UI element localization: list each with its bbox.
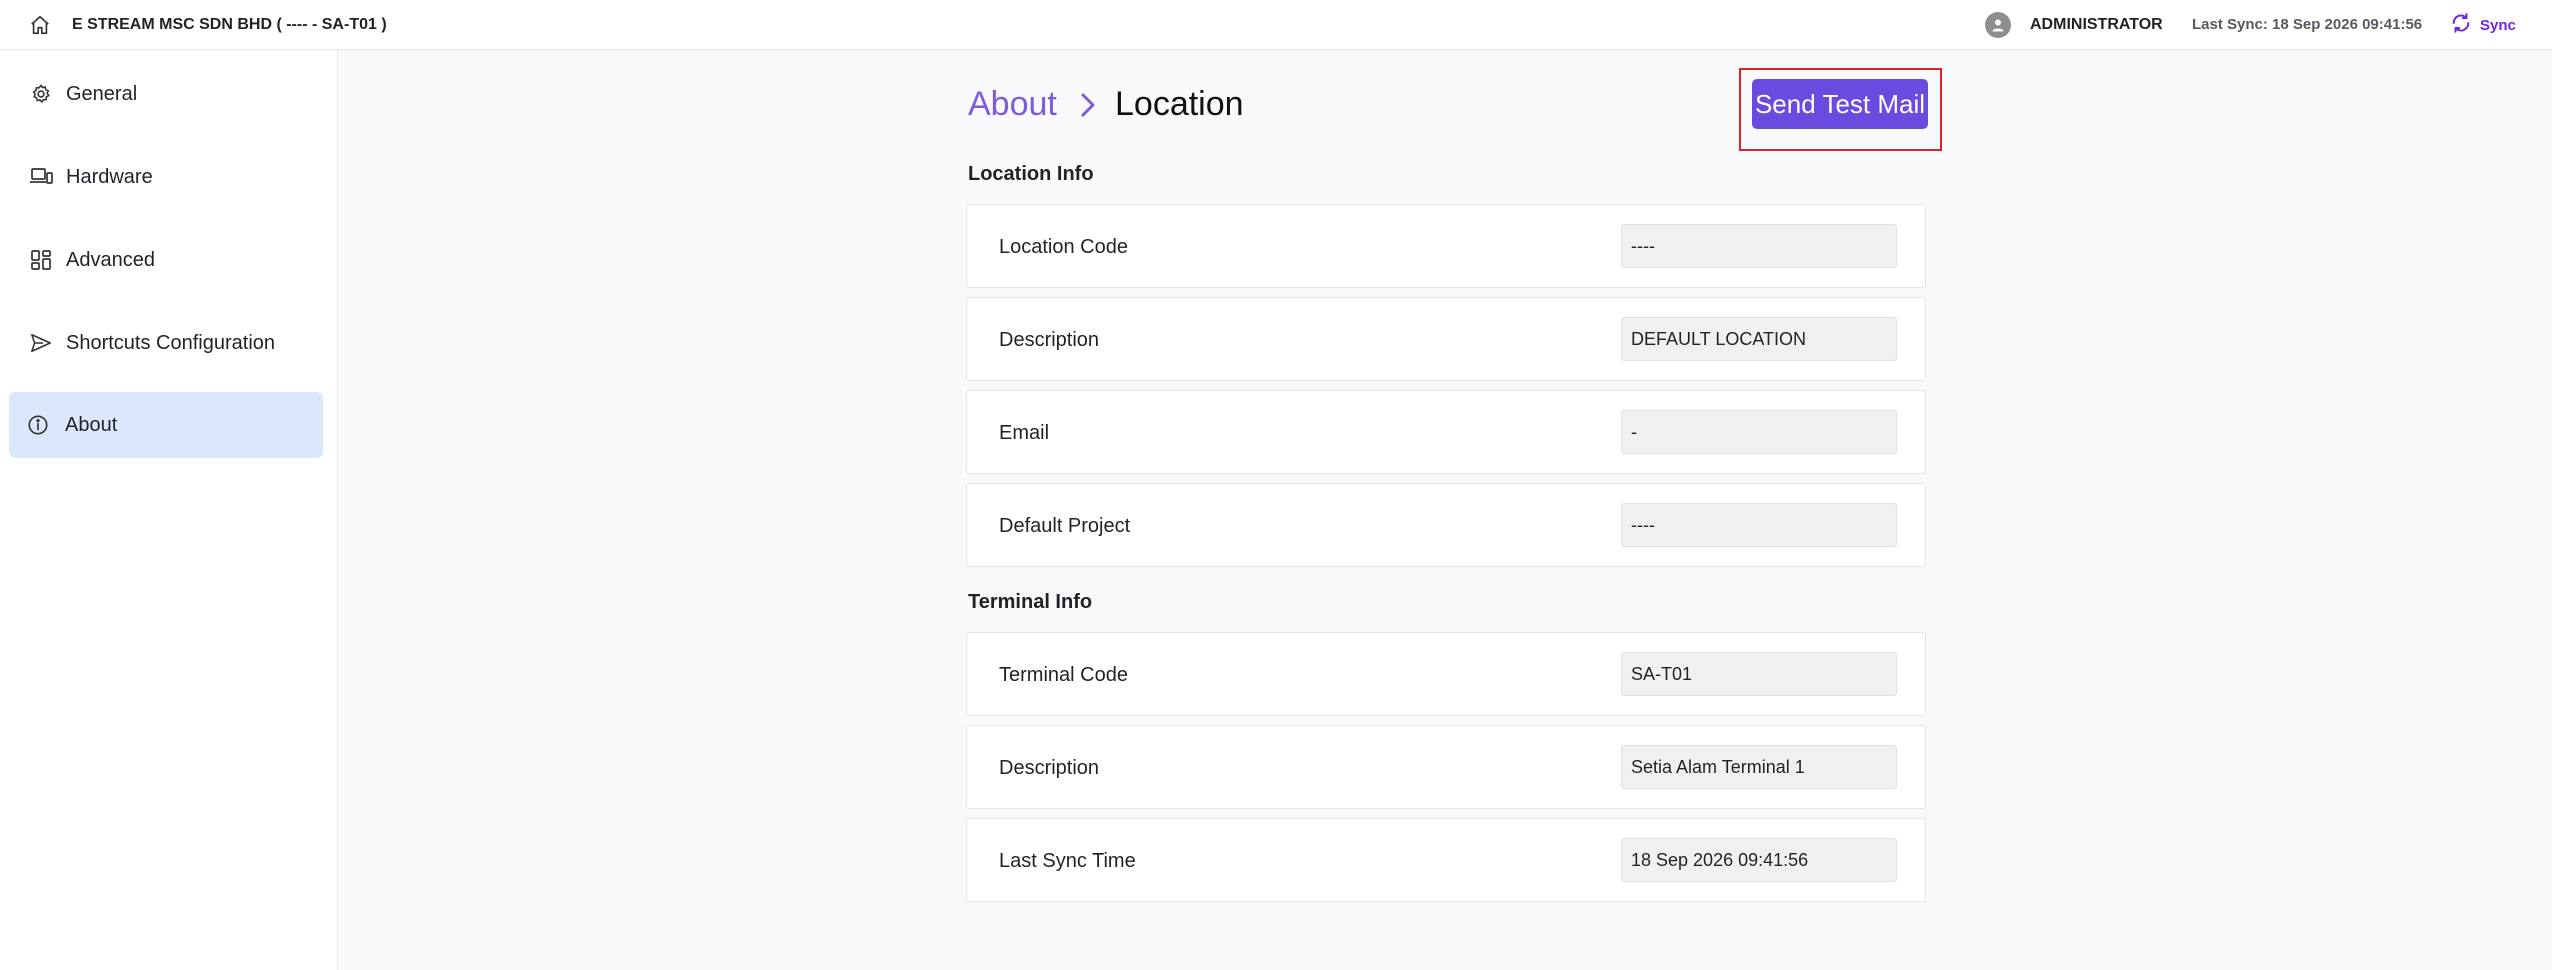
username: ADMINISTRATOR — [2030, 16, 2163, 33]
terminal-description-field[interactable]: Setia Alam Terminal 1 — [1621, 745, 1897, 789]
sidebar: General Hardware Advanced Shortcuts Conf… — [0, 50, 338, 970]
refresh-icon — [2450, 12, 2472, 39]
info-row-default-project: Default Project ---- — [966, 483, 1926, 567]
row-label: Location Code — [999, 236, 1128, 258]
row-label: Email — [999, 422, 1050, 444]
gear-icon — [28, 81, 54, 107]
row-label: Description — [999, 329, 1100, 351]
top-bar: E STREAM MSC SDN BHD ( ---- - SA-T01 ) A… — [0, 0, 2552, 50]
sidebar-item-shortcuts-configuration[interactable]: Shortcuts Configuration — [9, 310, 323, 376]
sidebar-item-label: About — [65, 413, 118, 436]
sidebar-item-advanced[interactable]: Advanced — [9, 227, 323, 293]
section-title-terminal-info: Terminal Info — [968, 591, 1093, 613]
grid-icon — [28, 247, 54, 273]
info-row-description: Description DEFAULT LOCATION — [966, 297, 1926, 381]
user-icon[interactable] — [1985, 12, 2011, 38]
company-title: E STREAM MSC SDN BHD ( ---- - SA-T01 ) — [72, 16, 387, 33]
chevron-right-icon — [1081, 93, 1095, 117]
info-row-last-sync-time: Last Sync Time 18 Sep 2026 09:41:56 — [966, 818, 1926, 902]
sync-button[interactable]: Sync — [2450, 12, 2516, 38]
sidebar-item-label: Advanced — [66, 248, 155, 271]
page-title: Location — [1115, 85, 1244, 123]
default-project-field[interactable]: ---- — [1621, 503, 1897, 547]
info-row-location-code: Location Code ---- — [966, 204, 1926, 288]
row-label: Terminal Code — [999, 664, 1128, 686]
row-label: Last Sync Time — [999, 850, 1136, 872]
breadcrumb-about-link[interactable]: About — [968, 85, 1057, 124]
sidebar-item-label: Shortcuts Configuration — [66, 331, 276, 354]
send-icon — [28, 330, 54, 356]
info-row-email: Email - — [966, 390, 1926, 474]
sidebar-item-hardware[interactable]: Hardware — [9, 144, 323, 210]
sidebar-item-about[interactable]: About — [9, 392, 323, 458]
location-description-field[interactable]: DEFAULT LOCATION — [1621, 317, 1897, 361]
last-sync-status: Last Sync: 18 Sep 2026 09:41:56 — [2192, 16, 2423, 33]
section-title-location-info: Location Info — [968, 163, 1094, 185]
row-label: Description — [999, 757, 1100, 779]
sidebar-item-label: General — [66, 82, 138, 105]
sidebar-item-general[interactable]: General — [9, 61, 323, 127]
location-code-field[interactable]: ---- — [1621, 224, 1897, 268]
last-sync-time-field[interactable]: 18 Sep 2026 09:41:56 — [1621, 838, 1897, 882]
row-label: Default Project — [999, 515, 1131, 537]
info-row-terminal-description: Description Setia Alam Terminal 1 — [966, 725, 1926, 809]
email-field[interactable]: - — [1621, 410, 1897, 454]
home-icon[interactable] — [28, 13, 52, 37]
sidebar-item-label: Hardware — [66, 165, 153, 188]
devices-icon — [28, 164, 54, 190]
sync-label: Sync — [2480, 16, 2516, 34]
send-test-mail-button[interactable]: Send Test Mail — [1752, 79, 1928, 129]
info-row-terminal-code: Terminal Code SA-T01 — [966, 632, 1926, 716]
info-icon — [25, 412, 51, 438]
terminal-code-field[interactable]: SA-T01 — [1621, 652, 1897, 696]
